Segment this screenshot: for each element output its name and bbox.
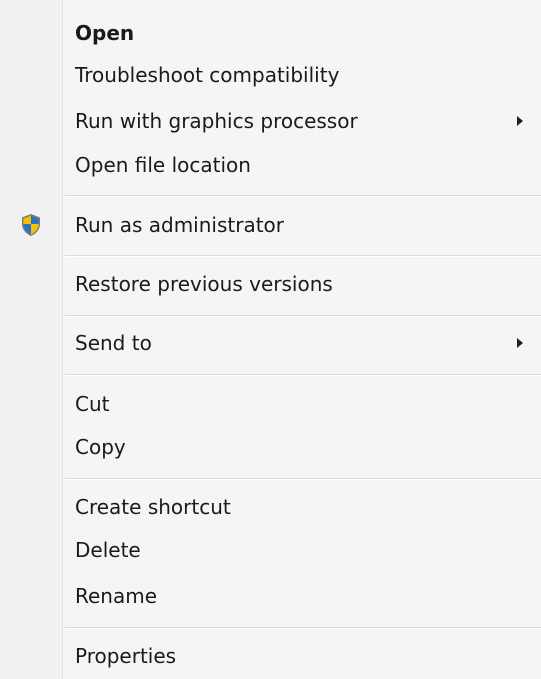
submenu-arrow-icon <box>517 338 523 348</box>
menu-item-rename[interactable]: Rename <box>0 576 541 616</box>
menu-item-open-file-location[interactable]: Open file location <box>0 145 541 185</box>
menu-item-send-to[interactable]: Send to <box>0 323 541 363</box>
menu-item-open[interactable]: Open <box>0 13 541 53</box>
menu-item-cut[interactable]: Cut <box>0 384 541 424</box>
menu-item-label: Rename <box>75 584 158 608</box>
menu-separator <box>65 315 541 317</box>
submenu-arrow-icon <box>517 116 523 126</box>
menu-item-label: Restore previous versions <box>75 272 333 296</box>
menu-item-label: Create shortcut <box>75 495 231 519</box>
menu-item-label: Run with graphics processor <box>75 109 358 133</box>
menu-item-label: Delete <box>75 538 141 562</box>
menu-separator <box>65 195 541 197</box>
menu-item-label: Properties <box>75 644 177 668</box>
menu-item-label: Open file location <box>75 153 251 177</box>
menu-separator <box>65 627 541 629</box>
context-menu: Open Troubleshoot compatibility Run with… <box>0 0 541 679</box>
menu-item-run-with-graphics-processor[interactable]: Run with graphics processor <box>0 101 541 141</box>
menu-item-restore-previous-versions[interactable]: Restore previous versions <box>0 264 541 304</box>
uac-shield-icon <box>22 214 40 236</box>
menu-item-properties[interactable]: Properties <box>0 636 541 676</box>
menu-item-label: Run as administrator <box>75 213 285 237</box>
menu-item-label: Send to <box>75 331 152 355</box>
menu-separator <box>65 255 541 257</box>
menu-item-label: Troubleshoot compatibility <box>75 63 340 87</box>
menu-item-run-as-administrator[interactable]: Run as administrator <box>0 205 541 245</box>
menu-item-label: Cut <box>75 392 110 416</box>
menu-item-delete[interactable]: Delete <box>0 530 541 570</box>
menu-item-label: Open <box>75 21 135 45</box>
menu-item-label: Copy <box>75 435 126 459</box>
menu-item-copy[interactable]: Copy <box>0 427 541 467</box>
menu-item-create-shortcut[interactable]: Create shortcut <box>0 487 541 527</box>
menu-separator <box>65 478 541 480</box>
menu-item-troubleshoot-compatibility[interactable]: Troubleshoot compatibility <box>0 55 541 95</box>
menu-separator <box>65 374 541 376</box>
